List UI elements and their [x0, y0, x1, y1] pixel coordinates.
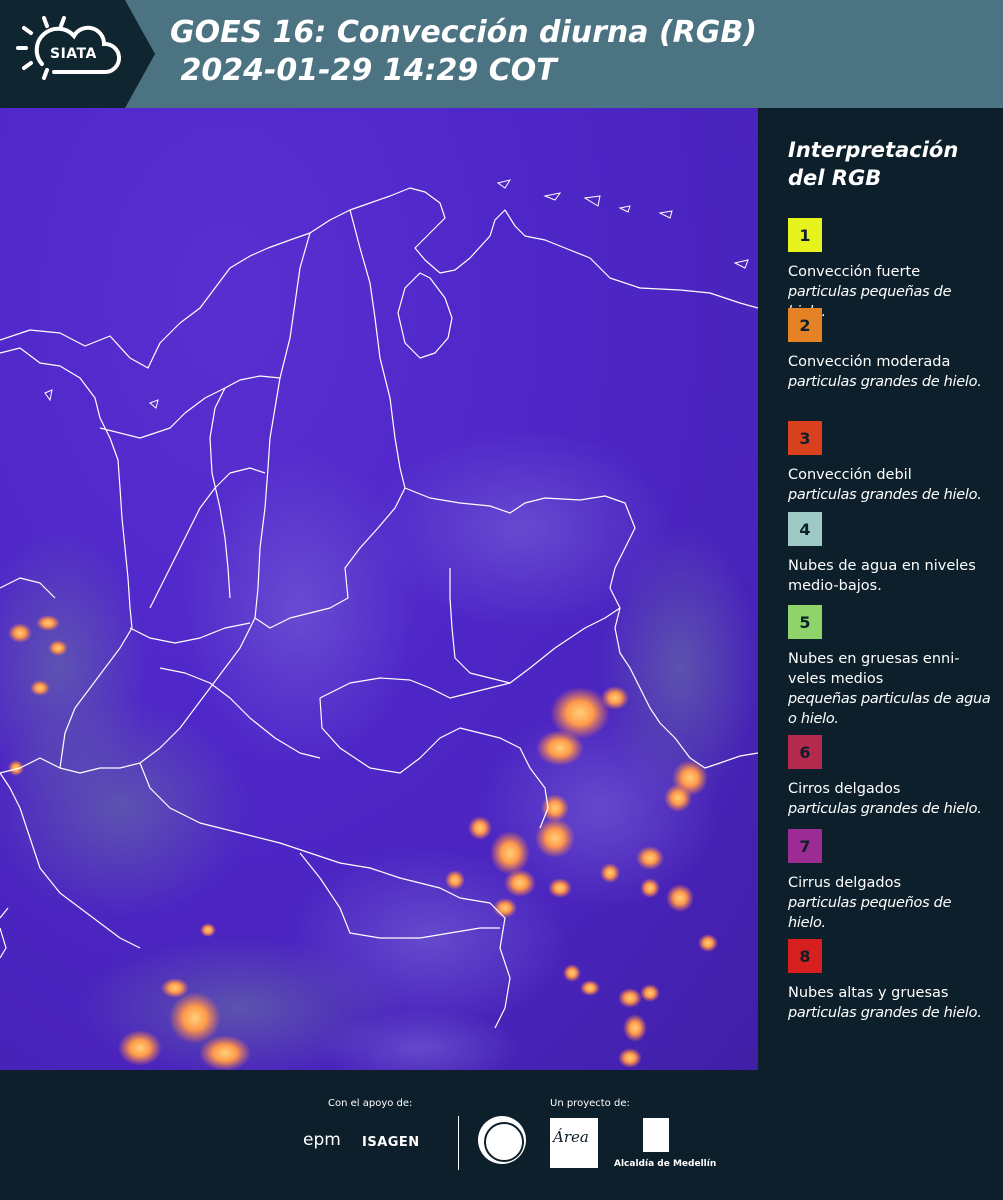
legend-item-3: 3 Convección debil particulas grandes de… — [788, 421, 993, 505]
legend-swatch: 2 — [788, 308, 822, 342]
legend-label: Convección moderada — [788, 354, 951, 370]
cloud-haze — [0, 428, 758, 1070]
legend-item-5: 5 Nubes en gruesas enni-veles medios peq… — [788, 605, 993, 729]
legend-sublabel: particulas pequeños de hielo. — [788, 895, 952, 931]
footer-divider — [458, 1116, 459, 1170]
page-title: GOES 16: Convección diurna (RGB) 2024-01… — [170, 15, 757, 88]
legend-sublabel: pequeñas particulas de agua o hielo. — [788, 691, 991, 727]
project-label: Un proyecto de: — [550, 1098, 630, 1109]
legend-item-8: 8 Nubes altas y gruesas particulas grand… — [788, 939, 993, 1023]
epm-logo: epm — [303, 1130, 341, 1150]
legend-label: Cirros delgados — [788, 781, 901, 797]
legend-swatch: 1 — [788, 218, 822, 252]
logo-text: SIATA — [50, 46, 97, 62]
legend-label: Nubes de agua en niveles medio-bajos. — [788, 558, 976, 594]
alcaldia-label: Alcaldía de Medellín — [614, 1159, 717, 1169]
area-logo-text: Área — [553, 1128, 589, 1146]
legend-item-1: 1 Convección fuerte particulas pequeñas … — [788, 218, 993, 322]
legend-swatch: 8 — [788, 939, 822, 973]
legend-label: Cirrus delgados — [788, 875, 902, 891]
header-bar: SIATA GOES 16: Convección diurna (RGB) 2… — [0, 0, 1003, 108]
islands-outline — [44, 179, 749, 409]
legend-title: Interpretación del RGB — [788, 138, 959, 190]
legend-label: Nubes altas y gruesas — [788, 985, 949, 1001]
support-label: Con el apoyo de: — [328, 1098, 413, 1109]
legend-sublabel: particulas grandes de hielo. — [788, 374, 982, 390]
legend-item-4: 4 Nubes de agua en niveles medio-bajos. — [788, 512, 993, 596]
legend-panel: Interpretación del RGB 1 Convección fuer… — [760, 108, 1003, 1070]
legend-swatch: 7 — [788, 829, 822, 863]
satellite-image — [0, 108, 760, 1070]
legend-item-7: 7 Cirrus delgados particulas pequeños de… — [788, 829, 993, 933]
siata-logo: SIATA — [0, 0, 155, 108]
alcaldia-shield-icon — [643, 1118, 669, 1152]
legend-sublabel: particulas grandes de hielo. — [788, 487, 982, 503]
legend-swatch: 5 — [788, 605, 822, 639]
legend-label: Nubes en gruesas enni-veles medios — [788, 651, 960, 687]
legend-item-2: 2 Convección moderada particulas grandes… — [788, 308, 993, 392]
footer-bar: Con el apoyo de: Un proyecto de: epm ISA… — [0, 1070, 1003, 1200]
legend-swatch: 3 — [788, 421, 822, 455]
isagen-logo: ISAGEN — [362, 1135, 420, 1150]
legend-label: Convección debil — [788, 467, 912, 483]
legend-sublabel: particulas grandes de hielo. — [788, 1005, 982, 1021]
seal-logo — [478, 1116, 526, 1164]
legend-label: Convección fuerte — [788, 264, 921, 280]
satellite-map — [0, 179, 758, 1070]
legend-swatch: 6 — [788, 735, 822, 769]
legend-item-6: 6 Cirros delgados particulas grandes de … — [788, 735, 993, 819]
legend-sublabel: particulas grandes de hielo. — [788, 801, 982, 817]
legend-swatch: 4 — [788, 512, 822, 546]
